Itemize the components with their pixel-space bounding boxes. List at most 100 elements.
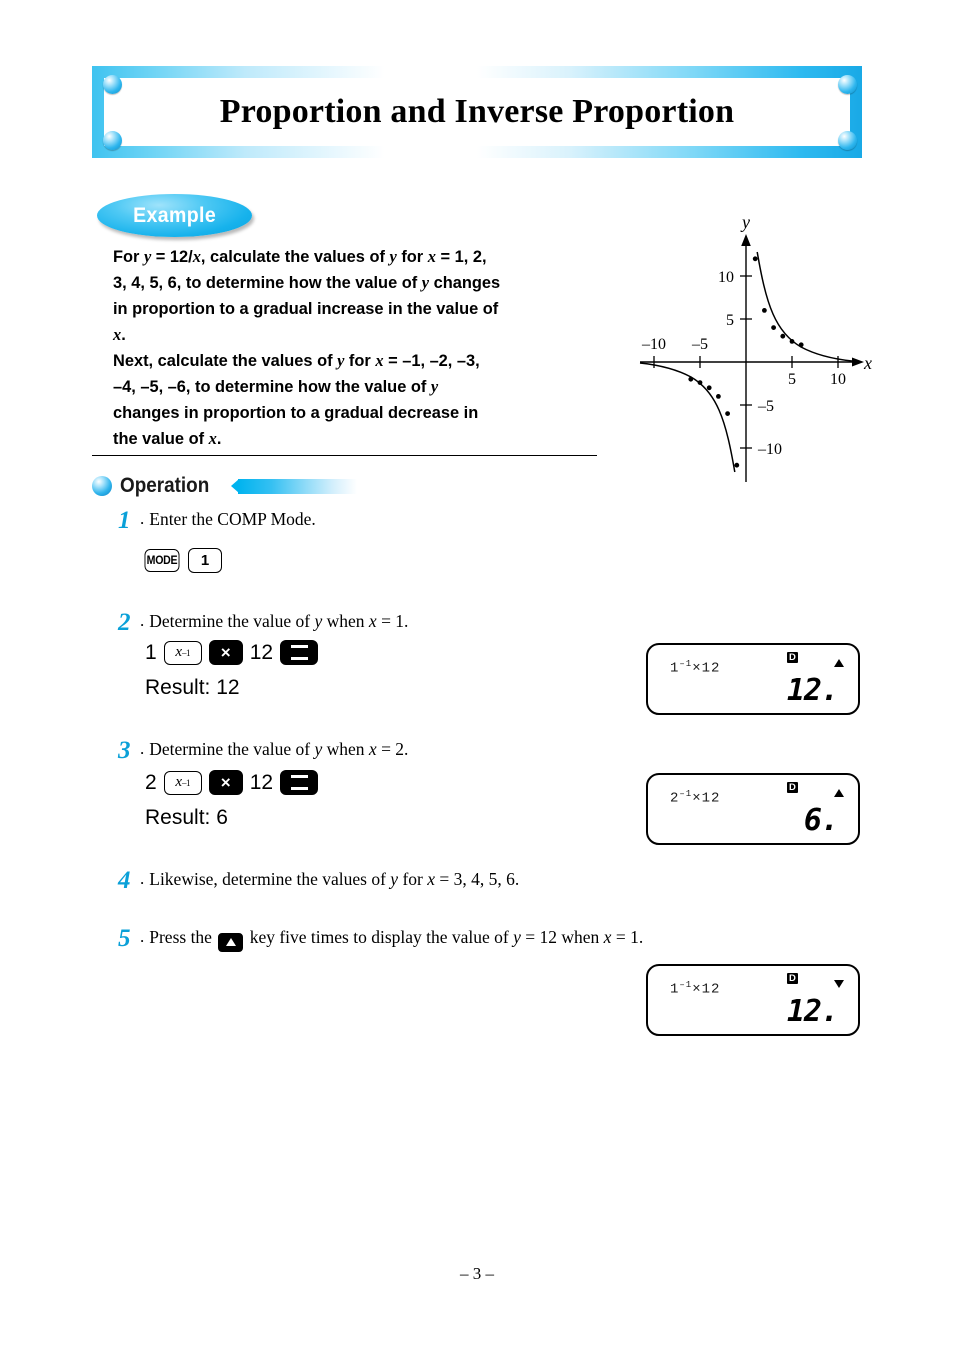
display-3-expr-base: 1 xyxy=(670,981,680,998)
scroll-up-arrow-icon xyxy=(834,789,844,797)
step-5-dot: . xyxy=(140,927,145,946)
x-inverse-key-base: x xyxy=(175,644,183,660)
up-arrow-icon xyxy=(225,938,236,946)
display-3-expr-tail: ×12 xyxy=(692,981,721,998)
display-2-expression: 2–1×12 xyxy=(670,789,720,807)
title-banner: Proportion and Inverse Proportion xyxy=(92,66,862,158)
svg-text:x: x xyxy=(863,353,872,373)
display-1-mode-indicator: D xyxy=(787,652,798,663)
step-3-operand-second: 12 xyxy=(249,771,274,794)
calculator-display-1: 1–1×12 D 12. xyxy=(646,643,860,715)
equals-key[interactable] xyxy=(280,640,319,665)
step-2-number: 2 xyxy=(118,609,131,636)
svg-text:–10: –10 xyxy=(641,336,666,353)
curve-positive-branch xyxy=(756,251,853,362)
step-2-operand-second: 12 xyxy=(249,641,274,664)
equals-icon xyxy=(290,645,308,660)
display-2-expr-tail: ×12 xyxy=(692,790,721,807)
step-1-key-sequence: MODE 1 xyxy=(143,548,222,573)
svg-text:–5: –5 xyxy=(691,336,708,353)
step-2-key-sequence: 1 x –1 × 12 xyxy=(145,640,319,665)
banner-corner-sphere-bottom-left xyxy=(103,131,122,150)
mode-key[interactable]: MODE xyxy=(144,549,180,572)
step-3-operand-first: 2 xyxy=(145,771,157,794)
svg-text:–5: –5 xyxy=(757,398,774,415)
step-4-number: 4 xyxy=(118,867,131,894)
scroll-up-arrow-icon xyxy=(834,659,844,667)
display-1-expr-tail: ×12 xyxy=(692,660,721,677)
step-3-text: Determine the value of y when x = 2. xyxy=(149,739,409,759)
x-inverse-key[interactable]: x –1 xyxy=(163,770,202,795)
display-2-mode-indicator: D xyxy=(787,782,798,793)
up-arrow-key[interactable] xyxy=(218,932,244,952)
display-1-expr-base: 1 xyxy=(670,660,680,677)
operation-section-header: Operation xyxy=(92,471,358,501)
svg-text:–10: –10 xyxy=(757,441,782,458)
svg-text:5: 5 xyxy=(788,371,796,388)
calculator-display-3: 1–1×12 D 12. xyxy=(646,964,860,1036)
x-inverse-key-base: x xyxy=(175,774,183,790)
banner-corner-sphere-top-left xyxy=(103,75,122,94)
page-title: Proportion and Inverse Proportion xyxy=(219,93,735,130)
display-1-result: 12. xyxy=(786,673,839,708)
step-3-number: 3 xyxy=(118,737,131,764)
banner-corner-sphere-bottom-right xyxy=(838,131,857,150)
step-5-text: Press the key five times to display the … xyxy=(149,926,643,952)
display-2-result: 6. xyxy=(803,803,839,838)
display-3-mode-indicator: D xyxy=(787,973,798,984)
equals-key[interactable] xyxy=(280,770,319,795)
multiply-key[interactable]: × xyxy=(208,770,243,795)
multiply-key[interactable]: × xyxy=(208,640,243,665)
step-1-number: 1 xyxy=(118,507,131,534)
step-4-text: Likewise, determine the values of y for … xyxy=(149,869,520,889)
display-2-expr-exponent: –1 xyxy=(679,789,693,799)
example-badge: Example xyxy=(97,194,252,237)
x-inverse-key[interactable]: x –1 xyxy=(163,640,202,665)
step-3-dot: . xyxy=(140,739,145,758)
operation-gradient-bar xyxy=(231,478,358,494)
step-3-key-sequence: 2 x –1 × 12 xyxy=(145,770,319,795)
svg-text:5: 5 xyxy=(726,312,734,329)
banner-corner-sphere-top-right xyxy=(838,75,857,94)
step-1-text: Enter the COMP Mode. xyxy=(149,509,316,529)
step-2-dot: . xyxy=(140,611,145,630)
curve-negative-branch xyxy=(639,362,736,473)
step-3-result: Result: 6 xyxy=(145,806,228,829)
display-3-expr-exponent: –1 xyxy=(679,980,693,990)
calculator-display-2: 2–1×12 D 6. xyxy=(646,773,860,845)
title-banner-inner: Proportion and Inverse Proportion xyxy=(104,78,850,146)
display-2-expr-base: 2 xyxy=(670,790,680,807)
problem-statement: For y = 12/x, calculate the values of y … xyxy=(113,247,501,449)
step-4: 4 . Likewise, determine the values of y … xyxy=(118,868,519,893)
svg-text:10: 10 xyxy=(718,269,734,286)
display-3-result: 12. xyxy=(786,994,839,1029)
section-divider xyxy=(92,455,597,456)
step-2-result: Result: 12 xyxy=(145,676,240,699)
example-badge-label: Example xyxy=(133,203,216,227)
step-5-text-before: Press the xyxy=(149,927,212,947)
digit-1-key[interactable]: 1 xyxy=(188,548,222,573)
display-3-expression: 1–1×12 xyxy=(670,980,720,998)
step-1-dot: . xyxy=(140,509,145,528)
step-2-operand-first: 1 xyxy=(145,641,157,664)
bullet-sphere-icon xyxy=(92,476,112,496)
step-3: 3 . Determine the value of y when x = 2. xyxy=(118,738,408,763)
step-4-dot: . xyxy=(140,869,145,888)
display-1-expression: 1–1×12 xyxy=(670,659,720,677)
gradient-bar-body xyxy=(238,478,358,494)
x-inverse-key-exponent: –1 xyxy=(182,647,191,658)
display-1-expr-exponent: –1 xyxy=(679,659,693,669)
x-axis-arrowhead xyxy=(852,357,864,367)
operation-label: Operation xyxy=(120,474,210,497)
page-number: – 3 – xyxy=(460,1264,494,1283)
x-inverse-key-exponent: –1 xyxy=(182,777,191,788)
equals-icon xyxy=(290,775,308,790)
step-2: 2 . Determine the value of y when x = 1. xyxy=(118,610,408,635)
step-5-text-after: key five times to display the value of y… xyxy=(249,927,644,947)
svg-text:10: 10 xyxy=(830,371,846,388)
step-2-text: Determine the value of y when x = 1. xyxy=(149,611,409,631)
step-5: 5 . Press the key five times to display … xyxy=(118,926,643,952)
y-axis-arrowhead xyxy=(741,234,751,246)
svg-text:y: y xyxy=(740,212,750,232)
step-5-number: 5 xyxy=(118,925,131,952)
